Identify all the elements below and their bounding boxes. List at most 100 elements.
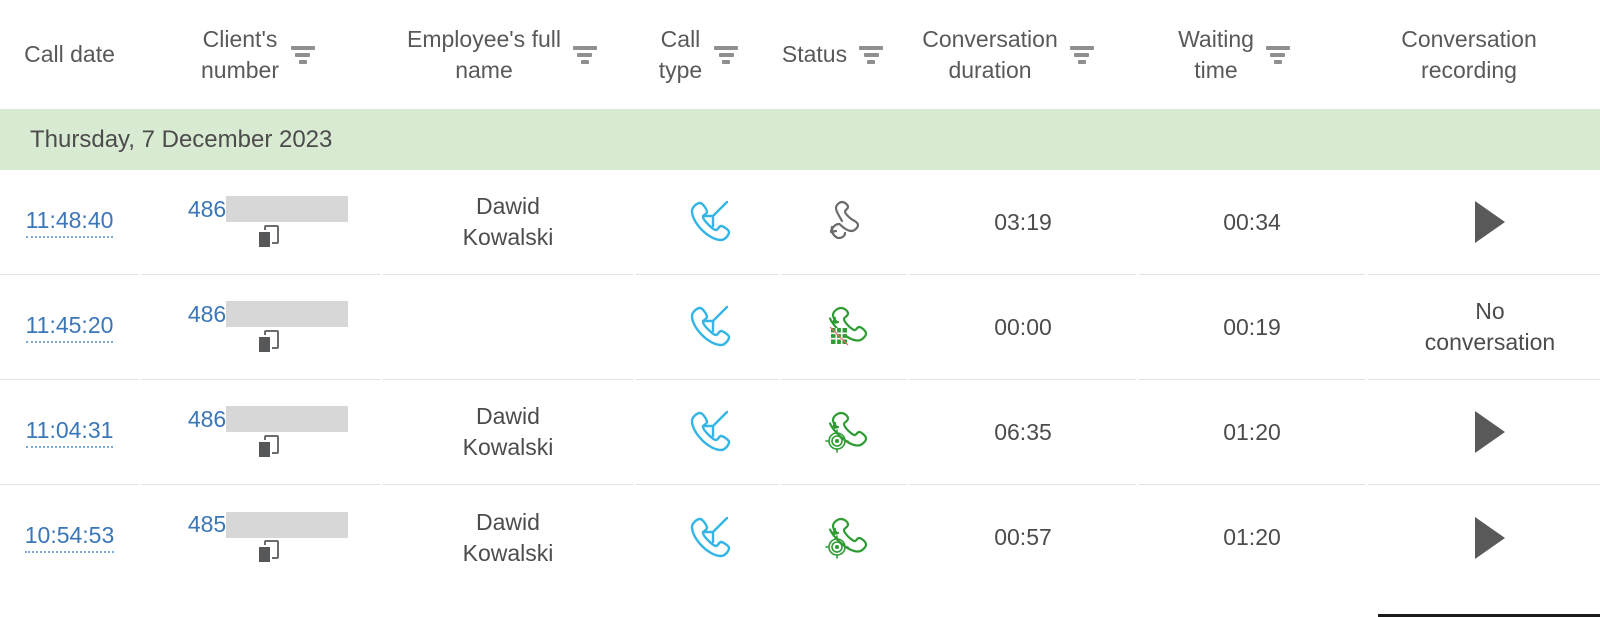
filter-icon[interactable]: [1265, 45, 1290, 64]
conversation-duration-value: 06:35: [994, 418, 1052, 445]
column-header-waiting-time[interactable]: Waiting time: [1121, 0, 1347, 109]
cell-employee-name: [383, 275, 633, 380]
call-time-link[interactable]: 10:54:53: [24, 522, 115, 553]
cell-conversation-recording: [1368, 485, 1600, 590]
call-history-table: Call date Client's number Employee's ful…: [0, 0, 1600, 617]
transferred-call-icon: [817, 194, 873, 250]
cell-conversation-recording: No conversation: [1368, 275, 1600, 380]
copy-icon[interactable]: [257, 329, 279, 354]
cell-client-number: 486: [142, 170, 380, 275]
cell-call-type: [636, 380, 779, 485]
cell-status: [782, 170, 907, 275]
cell-call-date: 10:54:53: [0, 485, 139, 590]
play-icon[interactable]: [1475, 516, 1505, 559]
filter-icon[interactable]: [859, 45, 884, 64]
conversation-duration-value: 03:19: [994, 208, 1052, 235]
call-time-link[interactable]: 11:04:31: [25, 417, 114, 448]
table-row[interactable]: 11:48:40 486 Dawid Kowalski 03:19 00:34: [0, 170, 1600, 275]
cell-waiting-time: 01:20: [1139, 485, 1365, 590]
column-header-label: Conversation recording: [1401, 25, 1537, 83]
filter-icon[interactable]: [714, 45, 739, 64]
column-header-client-number[interactable]: Client's number: [139, 0, 377, 109]
cell-conversation-duration: 06:35: [910, 380, 1136, 485]
column-header-conversation-recording[interactable]: Conversation recording: [1347, 0, 1591, 109]
filter-icon[interactable]: [572, 45, 597, 64]
copy-icon[interactable]: [257, 434, 279, 459]
cell-call-date: 11:45:20: [0, 275, 139, 380]
table-row[interactable]: 10:54:53 485 Dawid Kowalski 00:57 01:20: [0, 485, 1600, 590]
cell-conversation-recording: [1368, 380, 1600, 485]
incoming-call-icon: [680, 194, 736, 250]
answered-call-icon: [817, 404, 873, 460]
cell-conversation-recording: [1368, 170, 1600, 275]
cell-conversation-duration: 03:19: [910, 170, 1136, 275]
column-header-label: Call type: [658, 25, 703, 83]
waiting-time-value: 01:20: [1223, 524, 1281, 550]
incoming-call-icon: [680, 510, 736, 566]
column-header-label: Status: [781, 41, 848, 67]
cell-waiting-time: 01:20: [1139, 380, 1365, 485]
employee-name-label: Dawid Kowalski: [462, 508, 554, 566]
play-icon[interactable]: [1475, 201, 1505, 243]
cell-call-date: 11:48:40: [0, 170, 139, 275]
cell-client-number: 486: [142, 380, 380, 485]
column-header-status[interactable]: Status: [770, 0, 895, 109]
cell-status: [782, 275, 907, 380]
cell-status: [782, 380, 907, 485]
cell-client-number: 485: [142, 485, 380, 590]
column-header-label: Client's number: [201, 25, 279, 83]
cell-call-type: [636, 170, 779, 275]
column-header-employee-name[interactable]: Employee's full name: [377, 0, 627, 109]
client-number-prefix[interactable]: 485: [188, 511, 226, 538]
waiting-time-value: 00:34: [1223, 208, 1281, 235]
column-header-call-date[interactable]: Call date: [0, 0, 139, 109]
copy-icon[interactable]: [257, 224, 279, 249]
client-number-prefix[interactable]: 486: [188, 301, 226, 328]
cell-waiting-time: 00:19: [1139, 275, 1365, 380]
incoming-call-icon: [680, 299, 736, 355]
column-header-label: Call date: [24, 41, 115, 67]
filter-icon[interactable]: [290, 45, 315, 64]
date-group-header: Thursday, 7 December 2023: [0, 109, 1600, 170]
play-icon[interactable]: [1475, 411, 1505, 453]
table-row[interactable]: 11:45:20 486 00:00 00:19 No conversation: [0, 275, 1600, 380]
client-number-redaction: [226, 301, 349, 327]
employee-name-label: Dawid Kowalski: [462, 193, 554, 250]
cell-employee-name: Dawid Kowalski: [383, 380, 633, 485]
client-number-prefix[interactable]: 486: [188, 196, 226, 223]
incoming-call-icon: [680, 404, 736, 460]
employee-name-label: Dawid Kowalski: [462, 403, 554, 460]
call-time-link[interactable]: 11:45:20: [25, 312, 114, 343]
missed-call-keypad-icon: [817, 299, 873, 355]
column-header-label: Employee's full name: [407, 25, 561, 83]
table-row[interactable]: 11:04:31 486 Dawid Kowalski 06:35 01:20: [0, 380, 1600, 485]
column-header-conversation-duration[interactable]: Conversation duration: [895, 0, 1121, 109]
client-number-redaction: [226, 511, 349, 538]
client-number-prefix[interactable]: 486: [188, 406, 226, 433]
cell-status: [782, 485, 907, 590]
call-time-link[interactable]: 11:48:40: [25, 207, 114, 238]
conversation-duration-value: 00:00: [994, 313, 1052, 340]
column-header-label: Conversation duration: [922, 25, 1058, 83]
cell-call-type: [636, 485, 779, 590]
cell-waiting-time: 00:34: [1139, 170, 1365, 275]
table-body: 11:48:40 486 Dawid Kowalski 03:19 00:34 …: [0, 170, 1600, 590]
client-number-redaction: [226, 196, 349, 222]
cell-employee-name: Dawid Kowalski: [383, 485, 633, 590]
cell-conversation-duration: 00:57: [910, 485, 1136, 590]
column-header-label: Waiting time: [1178, 25, 1254, 83]
waiting-time-value: 00:19: [1223, 313, 1281, 340]
cell-call-type: [636, 275, 779, 380]
client-number-redaction: [226, 406, 349, 432]
date-group-label: Thursday, 7 December 2023: [30, 125, 333, 153]
cell-call-date: 11:04:31: [0, 380, 139, 485]
copy-icon[interactable]: [257, 540, 279, 564]
cell-employee-name: Dawid Kowalski: [383, 170, 633, 275]
conversation-duration-value: 00:57: [994, 524, 1052, 550]
table-header-row: Call date Client's number Employee's ful…: [0, 0, 1600, 109]
filter-icon[interactable]: [1069, 45, 1094, 64]
waiting-time-value: 01:20: [1223, 418, 1281, 445]
cell-conversation-duration: 00:00: [910, 275, 1136, 380]
answered-call-icon: [817, 510, 873, 566]
column-header-call-type[interactable]: Call type: [627, 0, 770, 109]
